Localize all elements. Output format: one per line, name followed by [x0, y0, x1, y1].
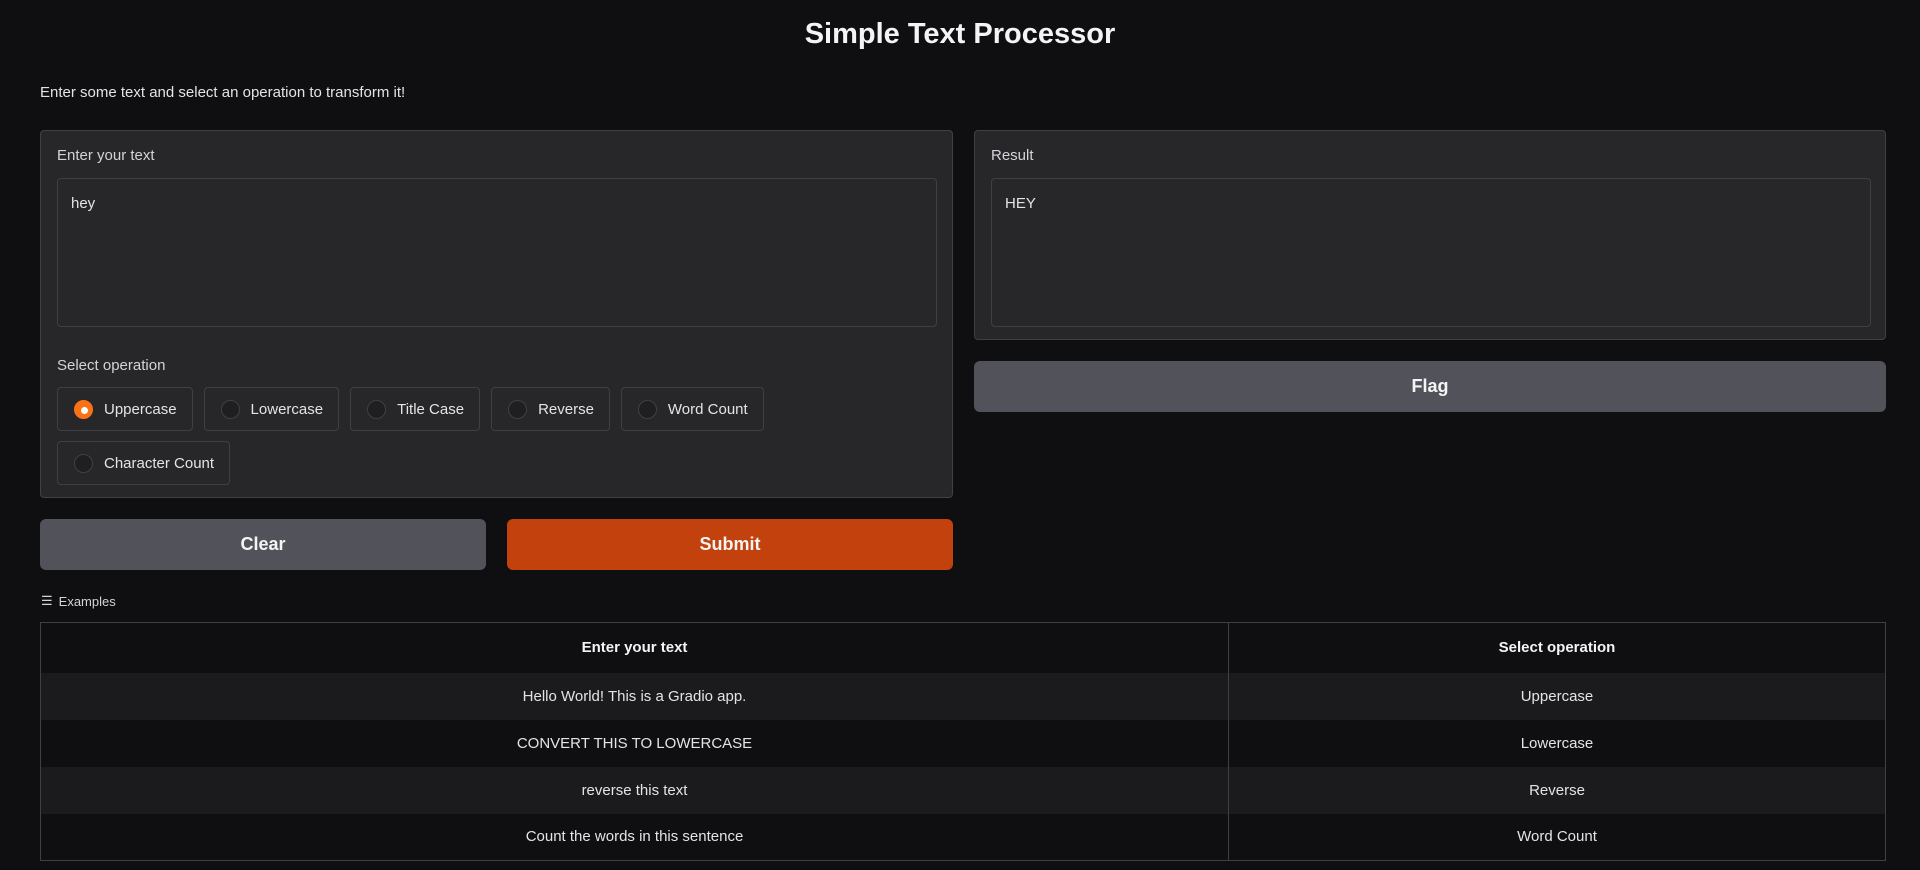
text-input[interactable]: hey — [57, 178, 937, 327]
examples-header: ☰ Examples — [41, 593, 116, 609]
radio-label: Title Case — [397, 400, 465, 418]
radio-uppercase[interactable]: Uppercase — [57, 387, 193, 431]
examples-label: Examples — [58, 593, 116, 609]
column-header: Enter your text — [40, 622, 1229, 673]
radio-reverse[interactable]: Reverse — [491, 387, 610, 431]
radio-character-count[interactable]: Character Count — [57, 441, 231, 485]
table-cell[interactable]: Lowercase — [1228, 719, 1886, 767]
operation-label: Select operation — [57, 357, 166, 374]
input-label: Enter your text — [57, 147, 155, 164]
table-cell[interactable]: Uppercase — [1228, 672, 1886, 720]
radio-label: Uppercase — [104, 400, 177, 418]
table-cell[interactable]: Count the words in this sentence — [40, 813, 1229, 861]
page-title: Simple Text Processor — [804, 18, 1116, 50]
table-cell[interactable]: Reverse — [1228, 766, 1886, 814]
page-description: Enter some text and select an operation … — [40, 84, 406, 101]
flag-button[interactable]: Flag — [974, 361, 1886, 412]
clear-button[interactable]: Clear — [40, 519, 486, 570]
radio-selected-icon — [74, 399, 93, 419]
radio-word-count[interactable]: Word Count — [620, 387, 764, 431]
input-panel: Enter your text hey Select operation Upp… — [40, 130, 953, 498]
table-cell[interactable]: CONVERT THIS TO LOWERCASE — [40, 719, 1229, 767]
table-row[interactable]: CONVERT THIS TO LOWERCASE Lowercase — [40, 719, 1886, 767]
examples-table: Enter your text Select operation Hello W… — [40, 622, 1886, 861]
radio-icon — [637, 399, 657, 419]
table-header-row: Enter your text Select operation — [40, 622, 1886, 673]
result-panel: Result HEY — [974, 130, 1886, 340]
result-label: Result — [991, 147, 1034, 164]
radio-label: Lowercase — [250, 400, 324, 418]
submit-button[interactable]: Submit — [507, 519, 953, 570]
table-cell[interactable]: Hello World! This is a Gradio app. — [40, 672, 1229, 720]
table-row[interactable]: Count the words in this sentence Word Cou… — [40, 813, 1886, 861]
table-cell[interactable]: reverse this text — [40, 766, 1229, 814]
radio-title-case[interactable]: Title Case — [350, 387, 481, 431]
table-row[interactable]: reverse this text Reverse — [40, 766, 1886, 814]
radio-lowercase[interactable]: Lowercase — [203, 387, 340, 431]
radio-label: Character Count — [104, 454, 215, 472]
table-row[interactable]: Hello World! This is a Gradio app. Upperc… — [40, 672, 1886, 720]
table-cell[interactable]: Word Count — [1228, 813, 1886, 861]
radio-icon — [508, 399, 528, 419]
radio-label: Word Count — [667, 400, 748, 418]
result-output[interactable]: HEY — [991, 178, 1871, 327]
operation-radio-group: Uppercase Lowercase Title Case Reverse W… — [57, 387, 937, 485]
radio-icon — [74, 453, 93, 473]
radio-icon — [220, 399, 240, 419]
radio-icon — [367, 399, 387, 419]
radio-label: Reverse — [538, 400, 594, 418]
column-header: Select operation — [1228, 622, 1886, 673]
list-icon: ☰ — [41, 593, 53, 608]
